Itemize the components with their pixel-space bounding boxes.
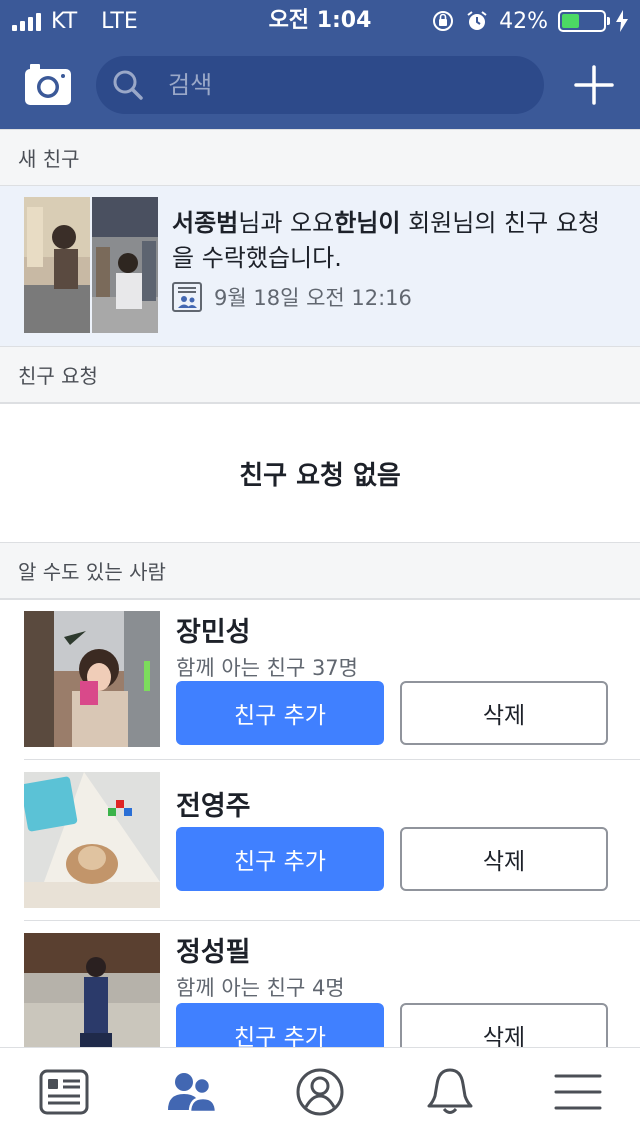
menu-icon [554,1074,602,1110]
mutual-friends: 함께 아는 친구 4명 [176,976,345,1000]
section-header-new-friends: 새 친구 [0,129,640,187]
section-header-friend-requests: 친구 요청 [0,346,640,404]
camera-button[interactable] [25,63,71,105]
person-photo[interactable] [24,933,160,1047]
search-input[interactable] [168,71,544,99]
tab-bar [0,1047,640,1136]
new-friend-photos [24,197,158,333]
section-title: 새 친구 [18,147,80,171]
section-header-pymk: 알 수도 있는 사람 [0,542,640,600]
signal-icon [12,11,41,31]
delete-button[interactable]: 삭제 [400,1003,608,1047]
friends-screen: KT LTE 오전 1:04 42% 검색 새 친구 서종범님과 오요한님이 회… [0,0,640,1136]
header: KT LTE 오전 1:04 42% [0,0,640,129]
friend-photo-1 [24,197,90,333]
person-photo[interactable] [24,611,160,747]
add-button[interactable] [574,65,614,105]
alarm-icon [467,11,487,30]
delete-button[interactable]: 삭제 [400,681,608,745]
new-friend-notification[interactable]: 서종범님과 오요한님이 회원님의 친구 요청을 수락했습니다. 9월 18일 오… [0,186,640,346]
friend-photo-2 [92,197,158,333]
notification-meta: 9월 18일 오전 12:16 [172,282,412,312]
delete-button[interactable]: 삭제 [400,827,608,891]
orientation-lock-icon [433,11,454,31]
list-item: 전영주 친구 추가 삭제 [0,760,640,921]
friends-icon [168,1073,218,1114]
list-item: 장민성 함께 아는 친구 37명 친구 추가 삭제 [0,600,640,760]
tab-friends[interactable] [166,1066,218,1118]
person-name[interactable]: 장민성 [176,610,251,649]
friend-name-2: 한님이 [334,209,401,237]
battery-icon [558,10,610,32]
notifications-icon [427,1068,473,1114]
no-requests-message: 친구 요청 없음 [239,460,401,491]
plus-icon [574,65,614,105]
nav-bar [0,50,640,120]
battery-percent: 42% [499,8,548,34]
camera-icon [25,64,71,105]
tab-notifications[interactable] [424,1066,476,1118]
add-friend-button[interactable]: 친구 추가 [176,1003,384,1047]
search-icon [113,70,143,100]
section-title: 친구 요청 [18,364,98,388]
notification-text: 서종범님과 오요한님이 회원님의 친구 요청을 수락했습니다. [172,209,600,272]
carrier: KT [51,8,78,34]
tab-news-feed[interactable] [38,1066,90,1118]
tab-profile[interactable] [294,1066,346,1118]
news-feed-icon [39,1069,89,1115]
status-right: 42% [431,6,628,36]
section-title: 알 수도 있는 사람 [18,560,166,584]
add-friend-button[interactable]: 친구 추가 [176,827,384,891]
battery-level [562,14,579,28]
friend-list-icon [172,282,202,312]
status-left: KT LTE [12,6,138,36]
mutual-friends: 함께 아는 친구 37명 [176,656,358,680]
person-name[interactable]: 정성필 [176,930,251,969]
notification-time: 9월 18일 오전 12:16 [214,286,412,310]
status-bar: KT LTE 오전 1:04 42% [0,0,640,42]
charging-icon [616,10,628,32]
add-friend-button[interactable]: 친구 추가 [176,681,384,745]
friend-name-1: 서종범 [172,209,239,237]
profile-icon [296,1068,344,1116]
list-item: 정성필 함께 아는 친구 4명 친구 추가 삭제 [0,920,640,1047]
network-type: LTE [101,8,138,34]
tab-menu[interactable] [552,1066,604,1118]
person-photo[interactable] [24,772,160,908]
person-name[interactable]: 전영주 [176,784,251,823]
search-bar[interactable] [96,56,544,114]
